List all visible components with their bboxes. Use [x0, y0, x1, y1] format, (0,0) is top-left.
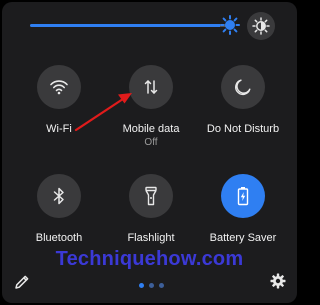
page-dot: [159, 283, 164, 288]
battery-saver-toggle[interactable]: [221, 174, 265, 218]
moon-icon: [235, 79, 251, 96]
brightness-slider-track[interactable]: [30, 24, 230, 27]
mobile-data-icon: [144, 80, 158, 94]
flashlight-icon: [145, 186, 157, 206]
tile-bluetooth[interactable]: Bluetooth: [9, 174, 109, 244]
battery-saver-label: Battery Saver: [209, 232, 277, 244]
bluetooth-toggle[interactable]: [37, 174, 81, 218]
pencil-icon[interactable]: [14, 274, 30, 295]
do-not-disturb-toggle[interactable]: [221, 65, 265, 109]
watermark-text: Techniquehow.com: [55, 248, 244, 270]
gear-icon[interactable]: [270, 273, 286, 294]
battery-icon: [237, 187, 249, 206]
tile-wifi[interactable]: Wi-Fi: [9, 65, 109, 135]
mobile-data-label: Mobile data: [122, 123, 180, 135]
page-indicator: [139, 283, 164, 288]
tile-do-not-disturb[interactable]: Do Not Disturb: [193, 65, 293, 135]
wifi-icon: [50, 80, 68, 95]
brightness-sun-icon[interactable]: [220, 15, 240, 35]
tile-battery-saver[interactable]: Battery Saver: [193, 174, 293, 244]
mobile-data-toggle[interactable]: [129, 65, 173, 109]
page-dot: [139, 283, 144, 288]
do-not-disturb-label: Do Not Disturb: [206, 123, 280, 135]
quick-settings-panel: Wi-Fi Mobile data Off Do Not Disturb Blu…: [2, 2, 297, 303]
auto-brightness-button[interactable]: [247, 12, 275, 40]
bluetooth-icon: [53, 187, 64, 205]
tile-mobile-data[interactable]: Mobile data Off: [101, 65, 201, 148]
flashlight-toggle[interactable]: [129, 174, 173, 218]
page-dot: [149, 283, 154, 288]
flashlight-label: Flashlight: [127, 232, 175, 244]
bluetooth-label: Bluetooth: [35, 232, 83, 244]
wifi-label: Wi-Fi: [46, 123, 72, 135]
tile-flashlight[interactable]: Flashlight: [101, 174, 201, 244]
wifi-toggle[interactable]: [37, 65, 81, 109]
auto-brightness-icon: [252, 17, 270, 35]
mobile-data-status: Off: [144, 137, 158, 148]
